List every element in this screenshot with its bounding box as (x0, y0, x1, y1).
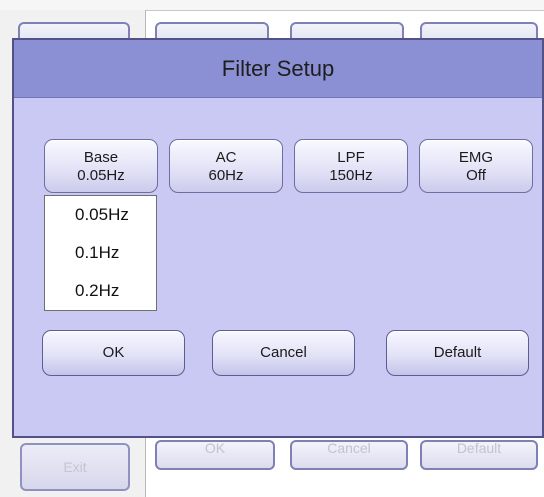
filter-setup-dialog: Filter Setup Base 0.05Hz AC 60Hz LPF 150… (12, 38, 544, 438)
emg-filter-button[interactable]: EMG Off (419, 139, 533, 193)
emg-filter-label: EMG (458, 149, 494, 166)
background-cancel-button: Cancel (290, 440, 408, 470)
cancel-button[interactable]: Cancel (212, 330, 355, 376)
ac-filter-value: 60Hz (208, 167, 244, 184)
base-filter-button[interactable]: Base 0.05Hz (44, 139, 158, 193)
ok-button[interactable]: OK (42, 330, 185, 376)
base-filter-value: 0.05Hz (77, 167, 125, 184)
default-button[interactable]: Default (386, 330, 529, 376)
lpf-filter-button[interactable]: LPF 150Hz (294, 139, 408, 193)
dropdown-option-0.1hz[interactable]: 0.1Hz (45, 234, 156, 272)
dialog-title-bar: Filter Setup (14, 40, 542, 98)
ac-filter-label: AC (215, 149, 237, 166)
dialog-title: Filter Setup (221, 56, 335, 81)
lpf-filter-value: 150Hz (329, 167, 373, 184)
dropdown-option-0.2hz[interactable]: 0.2Hz (45, 272, 156, 310)
background-default-button: Default (420, 440, 538, 470)
lpf-filter-label: LPF (337, 149, 365, 166)
emg-filter-value: Off (466, 167, 486, 184)
base-filter-label: Base (83, 149, 119, 166)
dropdown-option-0.05hz[interactable]: 0.05Hz (45, 196, 156, 234)
base-frequency-dropdown: 0.05Hz 0.1Hz 0.2Hz (44, 195, 157, 311)
ac-filter-button[interactable]: AC 60Hz (169, 139, 283, 193)
background-exit-button: Exit (20, 443, 130, 491)
background-ok-button: OK (155, 440, 275, 470)
